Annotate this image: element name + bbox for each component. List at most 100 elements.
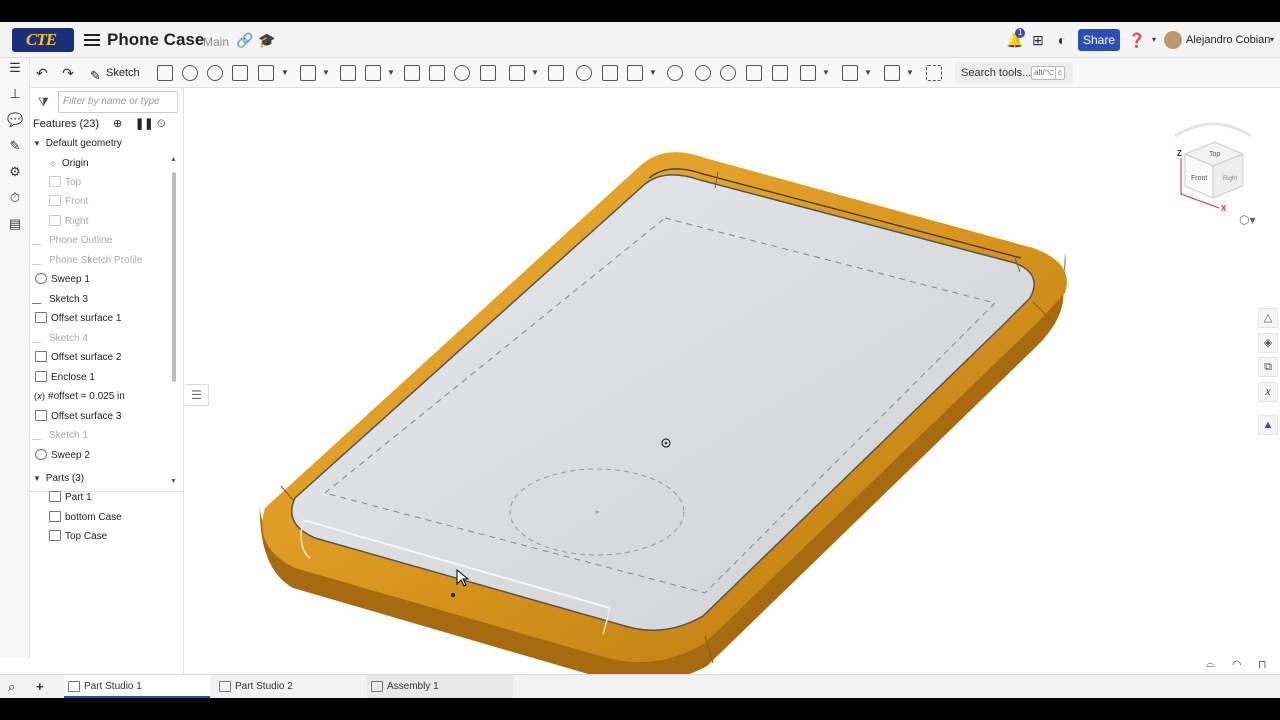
measure-icon[interactable]: ⌓ bbox=[1206, 658, 1215, 671]
filter-input[interactable]: Filter by name or type bbox=[58, 91, 178, 113]
undo-icon[interactable]: ↶ bbox=[34, 65, 50, 81]
mirror-icon[interactable] bbox=[548, 65, 564, 81]
graphics-viewport[interactable]: ☰ Top Front Right Z X ⬡▾ bbox=[185, 88, 1280, 676]
part-item[interactable]: bottom Case bbox=[49, 508, 122, 527]
add-folder-icon[interactable]: ⊕ bbox=[113, 115, 122, 133]
delete-part-icon[interactable] bbox=[667, 65, 683, 81]
display-mode-icon[interactable]: ▲ bbox=[1258, 415, 1278, 435]
branch-name[interactable]: Main bbox=[203, 35, 229, 49]
feature-item[interactable]: Enclose 1 bbox=[35, 368, 95, 387]
scroll-up-icon[interactable]: ▲ bbox=[170, 156, 177, 163]
loft-icon[interactable] bbox=[232, 65, 248, 81]
replace-face-icon[interactable] bbox=[772, 65, 788, 81]
chevron-down-icon[interactable]: ▼ bbox=[822, 69, 830, 77]
chevron-down-icon[interactable]: ▼ bbox=[906, 69, 914, 77]
app-store-icon[interactable]: ⊞ bbox=[1030, 32, 1046, 48]
configurations-icon[interactable]: ⚙ bbox=[7, 164, 23, 180]
search-tools-input[interactable]: Search tools... alt/⌥ c bbox=[955, 62, 1073, 84]
boolean-icon[interactable] bbox=[576, 65, 592, 81]
hole-icon[interactable] bbox=[454, 65, 470, 81]
shell-icon[interactable] bbox=[429, 65, 445, 81]
pause-icon[interactable]: ❚❚ bbox=[135, 115, 153, 133]
split-icon[interactable] bbox=[602, 65, 618, 81]
feature-list-scrollbar[interactable] bbox=[172, 172, 176, 382]
chamfer-icon[interactable] bbox=[340, 65, 356, 81]
history-icon[interactable]: ⏱ bbox=[7, 190, 23, 206]
pattern-icon[interactable] bbox=[509, 65, 525, 81]
move-face-icon[interactable] bbox=[746, 65, 762, 81]
transform-icon[interactable] bbox=[627, 65, 643, 81]
sweep-icon[interactable] bbox=[207, 65, 223, 81]
chevron-down-icon[interactable]: ▼ bbox=[387, 69, 395, 77]
chevron-down-icon[interactable]: ▼ bbox=[322, 69, 330, 77]
section-icon[interactable]: ◠ bbox=[1232, 658, 1242, 671]
tab-part-studio-1[interactable]: Part Studio 1 bbox=[64, 675, 210, 698]
chevron-down-icon[interactable]: ▼ bbox=[33, 134, 43, 153]
chevron-down-icon[interactable]: ▼ bbox=[649, 69, 657, 77]
view-cube[interactable]: Top Front Right Z X bbox=[1155, 114, 1265, 224]
user-chevron-down-icon[interactable]: ▾ bbox=[1264, 32, 1280, 48]
surface-icon[interactable] bbox=[884, 65, 900, 81]
part-item[interactable]: Top Case bbox=[49, 527, 107, 546]
revolve-icon[interactable] bbox=[182, 65, 198, 81]
feature-item[interactable]: Phone Outline bbox=[31, 231, 112, 250]
view-options-icon[interactable]: ⬡▾ bbox=[1239, 213, 1256, 227]
variable-table-icon[interactable]: 𝑥 bbox=[1258, 382, 1278, 402]
avatar[interactable] bbox=[1164, 31, 1182, 49]
feature-item[interactable]: Offset surface 2 bbox=[35, 348, 121, 367]
document-title[interactable]: Phone Case bbox=[107, 30, 204, 50]
rib-icon[interactable] bbox=[404, 65, 420, 81]
filter-icon[interactable]: ⧩ bbox=[38, 95, 49, 110]
variables-icon[interactable]: ✎ bbox=[7, 138, 23, 154]
redo-icon[interactable]: ↷ bbox=[60, 65, 76, 81]
feature-item[interactable]: Sketch 4 bbox=[31, 329, 88, 348]
feature-item[interactable]: (𝑥) #offset = 0.025 in bbox=[34, 387, 125, 406]
feature-item[interactable]: Sweep 2 bbox=[35, 446, 90, 465]
feature-item[interactable]: Sketch 1 bbox=[31, 426, 88, 445]
add-tab-icon[interactable]: + bbox=[36, 679, 44, 694]
learning-icon[interactable]: 🎓 bbox=[258, 32, 275, 48]
bom-icon[interactable]: ▤ bbox=[7, 216, 23, 232]
insert-icon[interactable]: ⊥ bbox=[7, 86, 23, 102]
rotate-arc-icon[interactable] bbox=[1174, 122, 1252, 138]
feature-item[interactable]: Offset surface 1 bbox=[35, 309, 121, 328]
chevron-down-icon[interactable]: ▼ bbox=[531, 69, 539, 77]
feature-item[interactable]: Offset surface 3 bbox=[35, 407, 121, 426]
mate-connector-icon[interactable] bbox=[842, 65, 858, 81]
search-tabs-icon[interactable]: ⌕ bbox=[8, 679, 15, 695]
cylinder-icon[interactable] bbox=[480, 65, 496, 81]
list-toggle-icon[interactable]: ☰ bbox=[185, 384, 209, 406]
menu-icon[interactable] bbox=[84, 31, 100, 47]
chevron-down-icon[interactable]: ▼ bbox=[281, 69, 289, 77]
tab-assembly-1[interactable]: Assembly 1 bbox=[367, 675, 513, 698]
feature-item[interactable]: ⊙ Origin bbox=[50, 154, 89, 173]
feature-list-icon[interactable]: ☰ bbox=[7, 60, 23, 76]
versions-icon[interactable]: ◐ bbox=[1054, 32, 1070, 48]
user-name[interactable]: Alejandro Cobian bbox=[1186, 34, 1270, 46]
chevron-down-icon[interactable]: ▼ bbox=[864, 69, 872, 77]
add-custom-feature-icon[interactable] bbox=[926, 65, 942, 81]
draft-icon[interactable] bbox=[365, 65, 381, 81]
feature-item[interactable]: Top bbox=[49, 173, 81, 192]
phone-case-model[interactable] bbox=[185, 88, 1280, 676]
modify-fillet-icon[interactable] bbox=[695, 65, 711, 81]
appearance-icon[interactable]: △ bbox=[1258, 308, 1278, 328]
scroll-down-icon[interactable]: ▼ bbox=[170, 478, 177, 485]
share-button[interactable]: Share bbox=[1078, 29, 1120, 51]
part-item[interactable]: Part 1 bbox=[49, 488, 92, 507]
graphics-settings-icon[interactable]: ⊓ bbox=[1258, 658, 1267, 671]
sketch-button[interactable]: ✎ Sketch bbox=[88, 62, 146, 84]
feature-item[interactable]: Phone Sketch Profile bbox=[31, 251, 142, 270]
feature-item[interactable]: Sketch 3 bbox=[31, 290, 88, 309]
feature-item[interactable]: Front bbox=[49, 192, 88, 211]
feature-item[interactable]: Sweep 1 bbox=[35, 270, 90, 289]
tab-part-studio-2[interactable]: Part Studio 2 bbox=[215, 675, 361, 698]
plane-icon[interactable] bbox=[800, 65, 816, 81]
thicken-icon[interactable] bbox=[258, 65, 274, 81]
feature-item[interactable]: ▼ Default geometry bbox=[33, 134, 122, 153]
render-icon[interactable]: ◈ bbox=[1258, 333, 1278, 353]
mass-properties-icon[interactable]: ⧉ bbox=[1258, 357, 1278, 377]
fillet-icon[interactable] bbox=[300, 65, 316, 81]
comments-icon[interactable]: 💬 bbox=[7, 112, 23, 128]
help-chevron-down-icon[interactable]: ▾ bbox=[1146, 32, 1162, 48]
